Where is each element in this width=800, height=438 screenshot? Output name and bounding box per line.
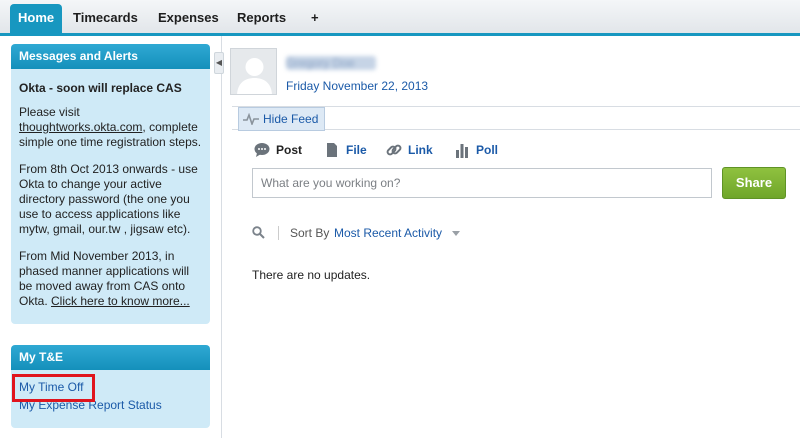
profile-date: Friday November 22, 2013 <box>286 79 429 93</box>
chevron-left-icon: ◀ <box>215 58 223 67</box>
publisher-tab-label: Link <box>408 143 433 157</box>
main-content: Gregory Doe Friday November 22, 2013 Hid… <box>230 36 800 438</box>
user-name[interactable]: Gregory Doe <box>286 56 376 70</box>
tab-timecards[interactable]: Timecards <box>65 4 146 33</box>
sort-by-label: Sort By <box>290 226 330 240</box>
okta-link[interactable]: thoughtworks.okta.com <box>19 120 142 134</box>
sort-by-dropdown[interactable]: Most Recent Activity <box>334 224 442 242</box>
chain-link-icon <box>386 144 402 156</box>
top-tab-bar: Home Timecards Expenses Reports + <box>0 0 800 36</box>
publisher-tab-link[interactable]: Link <box>386 140 433 160</box>
tab-expenses[interactable]: Expenses <box>150 4 227 33</box>
sidebar-collapse-handle[interactable]: ◀ <box>214 52 224 74</box>
avatar[interactable] <box>230 48 277 95</box>
publisher-tab-file[interactable]: File <box>324 140 367 160</box>
highlight-box <box>12 374 95 402</box>
tab-reports[interactable]: Reports <box>229 4 294 33</box>
tab-add[interactable]: + <box>303 4 327 33</box>
publisher-tab-label: Post <box>276 143 303 157</box>
divider <box>278 226 279 240</box>
messages-panel-body: Okta - soon will replace CAS Please visi… <box>11 69 210 324</box>
post-composer-input[interactable]: What are you working on? <box>252 168 712 198</box>
speech-bubble-icon <box>254 143 270 157</box>
message-title: Okta - soon will replace CAS <box>19 81 182 95</box>
tab-home[interactable]: Home <box>10 4 63 33</box>
publisher-tab-label: Poll <box>476 143 499 157</box>
pulse-icon <box>243 113 259 125</box>
feed-toolbar: Hide Feed <box>232 106 800 131</box>
share-button[interactable]: Share <box>722 167 786 199</box>
hide-feed-button[interactable]: Hide Feed <box>238 107 326 131</box>
hide-feed-label: Hide Feed <box>263 112 319 126</box>
user-silhouette-icon <box>231 49 276 94</box>
message-text: Please visit <box>19 105 80 119</box>
file-icon <box>327 143 337 157</box>
bar-chart-icon <box>456 144 468 158</box>
publisher-tab-poll[interactable]: Poll <box>454 140 498 160</box>
te-panel-header: My T&E <box>11 345 210 370</box>
empty-feed-message: There are no updates. <box>252 268 371 282</box>
search-icon[interactable] <box>252 226 265 239</box>
message-paragraph-1: Please visit thoughtworks.okta.com, comp… <box>19 105 202 150</box>
chevron-down-icon[interactable] <box>452 231 460 236</box>
publisher-tab-post[interactable]: Post <box>254 140 302 160</box>
know-more-link[interactable]: Click here to know more... <box>51 294 190 308</box>
publisher-tab-label: File <box>346 143 367 157</box>
message-paragraph-3: From Mid November 2013, in phased manner… <box>19 249 202 309</box>
messages-panel-header: Messages and Alerts <box>11 44 210 69</box>
message-paragraph-2: From 8th Oct 2013 onwards - use Okta to … <box>19 162 198 236</box>
